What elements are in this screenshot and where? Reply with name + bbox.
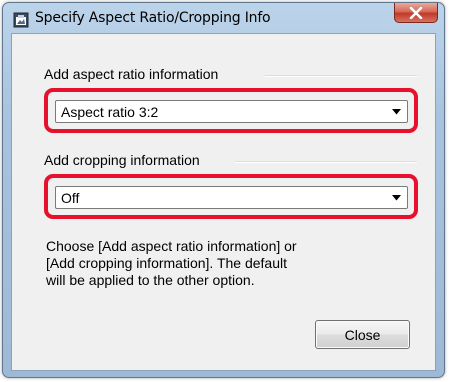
help-text: Choose [Add aspect ratio information] or… (46, 238, 346, 289)
close-button[interactable]: Close (315, 320, 410, 349)
help-line: will be applied to the other option. (46, 272, 255, 288)
chevron-down-icon (392, 109, 401, 115)
close-button-label: Close (344, 326, 381, 343)
aspect-ratio-group-label: Add aspect ratio information (44, 66, 223, 82)
chevron-down-icon (392, 195, 401, 201)
dialog-window: Specify Aspect Ratio/Cropping Info Add a… (2, 2, 445, 378)
group-divider (235, 161, 417, 163)
help-line: Choose [Add aspect ratio information] or (46, 238, 297, 254)
cropping-group-label: Add cropping information (44, 152, 204, 168)
window-close-button[interactable] (394, 3, 438, 23)
aspect-ratio-select-value: Aspect ratio 3:2 (61, 104, 159, 120)
group-divider (265, 75, 417, 77)
close-icon (409, 6, 423, 19)
cropping-select-value: Off (61, 190, 80, 206)
title-bar[interactable]: Specify Aspect Ratio/Cropping Info (3, 3, 444, 35)
window-title: Specify Aspect Ratio/Cropping Info (35, 10, 271, 26)
cropping-select[interactable]: Off (55, 186, 408, 209)
dialog-body: Add aspect ratio information Aspect rati… (11, 33, 436, 371)
crop-app-icon (13, 12, 29, 28)
aspect-ratio-select[interactable]: Aspect ratio 3:2 (55, 100, 408, 123)
help-line: [Add cropping information]. The default (46, 255, 288, 271)
